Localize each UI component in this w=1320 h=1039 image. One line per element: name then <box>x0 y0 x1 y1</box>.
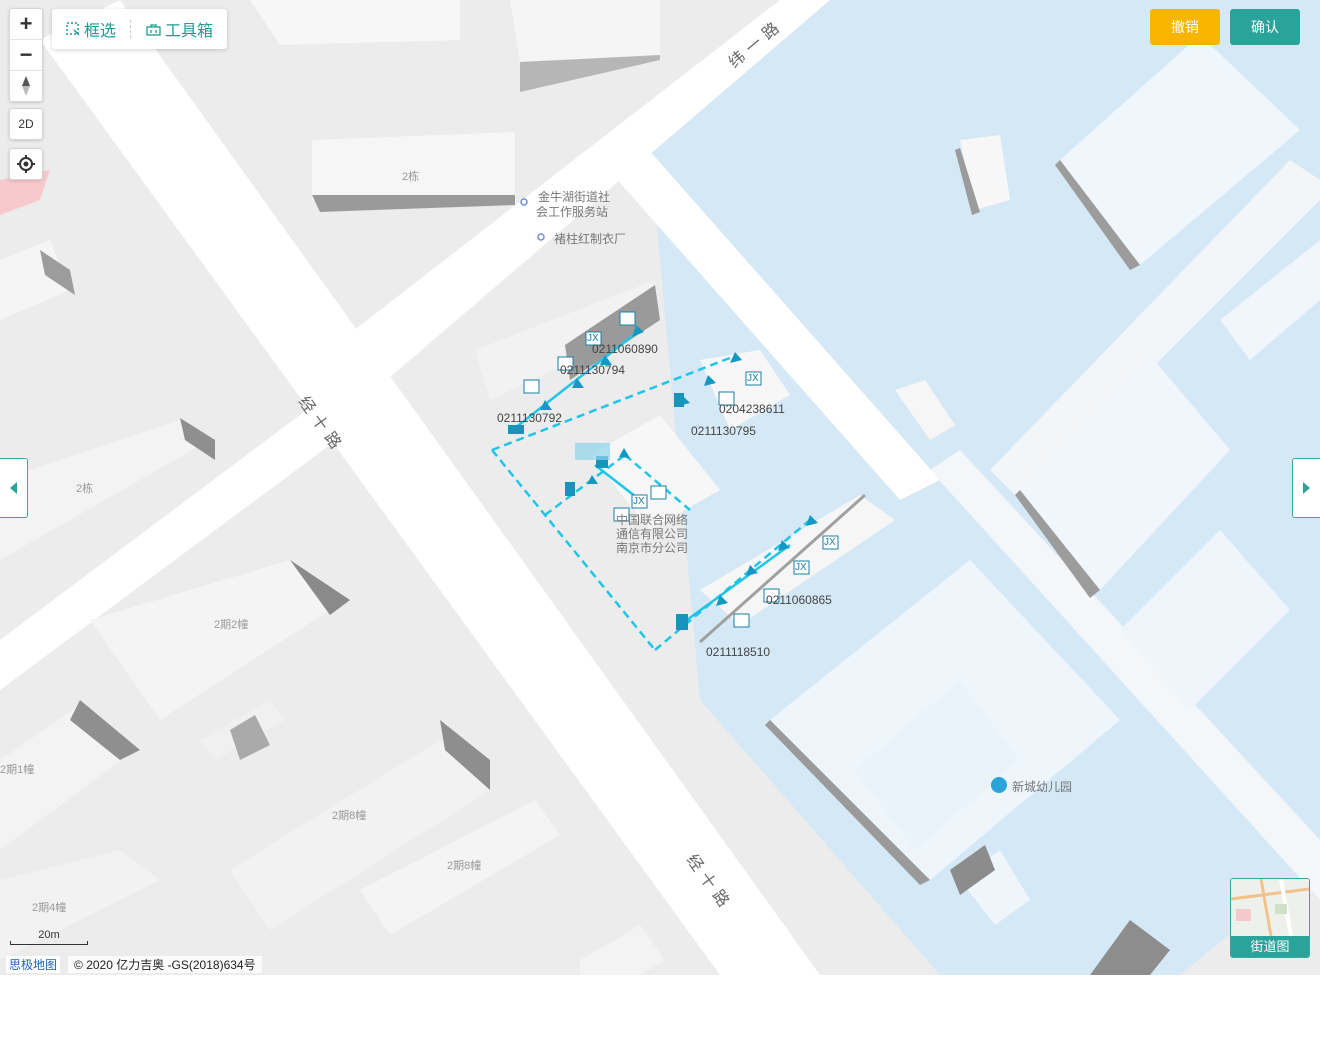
selected-highlight <box>575 443 610 460</box>
well-id-label[interactable]: 0211130795 <box>691 424 756 438</box>
mode-2d-button[interactable]: 2D <box>9 108 43 140</box>
zoom-control: + − <box>9 8 43 102</box>
building-label: 2期4幢 <box>32 902 67 914</box>
box-select-tool[interactable]: 框选 <box>66 17 116 41</box>
building-label: 2期8幢 <box>332 810 367 822</box>
map-canvas[interactable]: 纬一路 经十路 经十路 金牛湖街道社 会工作服务站 褚柱红制衣厂 中国联合网络 … <box>0 0 1320 975</box>
undo-button[interactable]: 撤销 <box>1150 9 1220 45</box>
well-id-label[interactable]: 0211060890 <box>592 342 658 356</box>
jx-marker-text: JX <box>824 537 836 548</box>
copyright-text: © 2020 亿力吉奥 -GS(2018)634号 <box>68 955 262 973</box>
poi-label: 南京市分公司 <box>616 541 689 555</box>
jx-marker-text: JX <box>587 333 599 344</box>
poi-label: 新城幼儿园 <box>1012 780 1073 794</box>
kindergarten-icon <box>991 777 1007 793</box>
building-label: 2栋 <box>76 483 94 495</box>
jx-marker-text: JX <box>747 373 759 384</box>
box-select-label: 框选 <box>84 23 117 40</box>
well-id-label[interactable]: 0211118510 <box>706 645 770 659</box>
poi-label: 会工作服务站 <box>536 205 609 219</box>
well-id-label[interactable]: 0211130794 <box>560 363 625 377</box>
confirm-button[interactable]: 确认 <box>1230 9 1300 45</box>
street-view-toggle[interactable]: 街道图 <box>1230 878 1310 958</box>
jx-marker-text: JX <box>633 496 645 507</box>
scale-label: 20m <box>38 929 60 941</box>
map-toolbar: 框选 工具箱 <box>52 9 228 49</box>
map-logo[interactable]: 思极地图 <box>6 955 61 973</box>
scale-line <box>10 941 88 945</box>
chevron-left-icon <box>9 482 17 494</box>
chevron-right-icon <box>1302 482 1310 494</box>
well-id-label[interactable]: 0204238611 <box>719 402 785 416</box>
zoom-out-button[interactable]: − <box>10 40 42 71</box>
toolbar-separator <box>130 20 132 38</box>
toolbox-tool[interactable]: 工具箱 <box>146 17 213 41</box>
building-label: 2期8幢 <box>447 860 482 872</box>
compass-icon <box>22 76 30 96</box>
building-label: 2栋 <box>402 171 420 183</box>
well-id-label[interactable]: 0211060865 <box>766 593 832 607</box>
toolbox-icon <box>146 23 161 36</box>
jx-marker-text: JX <box>795 562 807 573</box>
map-base-layer <box>0 0 1320 975</box>
building-label: 2期1幢 <box>0 764 35 776</box>
building-label: 2期2幢 <box>214 619 249 631</box>
left-panel-toggle[interactable] <box>0 458 28 518</box>
right-panel-toggle[interactable] <box>1292 458 1320 518</box>
street-view-label: 街道图 <box>1231 936 1309 957</box>
locate-button[interactable] <box>9 148 43 180</box>
attribution: 思极地图 © 2020 亿力吉奥 -GS(2018)634号 <box>6 955 262 973</box>
zoom-in-button[interactable]: + <box>10 9 42 40</box>
scale-bar: 20m <box>10 929 88 945</box>
well-id-label[interactable]: 0211130792 <box>497 411 562 425</box>
compass-button[interactable] <box>10 71 42 101</box>
dashed-box-select-icon <box>66 22 80 36</box>
locate-icon <box>17 155 35 173</box>
street-view-thumbnail <box>1231 879 1309 937</box>
toolbox-label: 工具箱 <box>165 23 214 40</box>
poi-label: 褚柱红制衣厂 <box>554 232 627 246</box>
